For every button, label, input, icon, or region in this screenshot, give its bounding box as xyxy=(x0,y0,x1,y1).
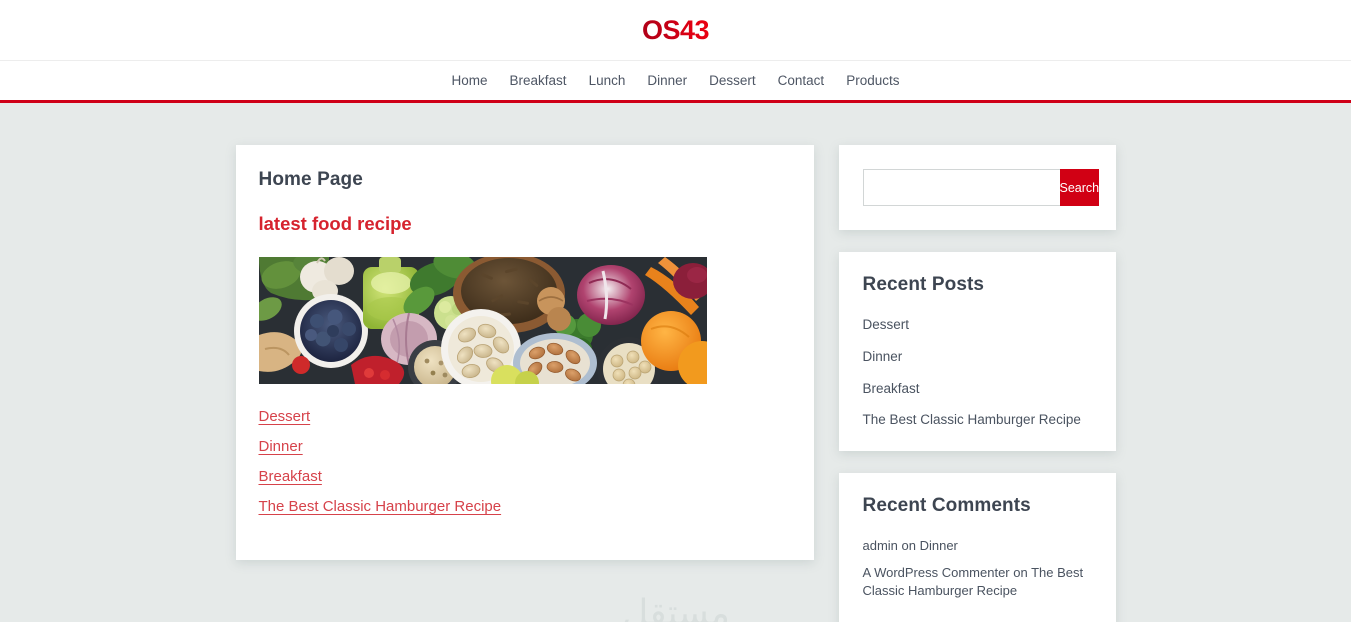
list-item[interactable]: Dessert xyxy=(863,316,1092,334)
nav-item-contact[interactable]: Contact xyxy=(767,61,836,100)
hero-food-image xyxy=(258,257,707,384)
list-item[interactable]: Dinner xyxy=(863,348,1092,366)
content-row: Home Page latest food recipe Dessert Din… xyxy=(235,145,1116,622)
page-body: Home Page latest food recipe Dessert Din… xyxy=(0,103,1351,622)
nav-item-dinner[interactable]: Dinner xyxy=(636,61,698,100)
main-navigation: Home Breakfast Lunch Dinner Dessert Cont… xyxy=(0,61,1351,103)
section-title: latest food recipe xyxy=(258,213,412,234)
list-item[interactable]: Breakfast xyxy=(863,380,1092,398)
recent-comments-list: admin on Dinner A WordPress Commenter on… xyxy=(863,537,1092,599)
recent-posts-list: Dessert Dinner Breakfast The Best Classi… xyxy=(863,316,1092,429)
list-item[interactable]: The Best Classic Hamburger Recipe xyxy=(863,411,1092,429)
nav-item-lunch[interactable]: Lunch xyxy=(578,61,637,100)
list-item[interactable]: A WordPress Commenter on The Best Classi… xyxy=(863,564,1092,599)
nav-item-products[interactable]: Products xyxy=(835,61,910,100)
recent-comments-title: Recent Comments xyxy=(862,495,1031,517)
search-input[interactable] xyxy=(862,169,1060,206)
page-title: Home Page xyxy=(258,169,363,190)
list-item[interactable]: admin on Dinner xyxy=(863,537,1092,555)
search-widget: Search xyxy=(838,145,1116,230)
recent-posts-title: Recent Posts xyxy=(862,274,985,295)
recent-comments-widget: Recent Comments admin on Dinner A WordPr… xyxy=(838,473,1116,622)
nav-item-home[interactable]: Home xyxy=(441,61,499,100)
post-link-dinner[interactable]: Dinner xyxy=(259,438,303,455)
site-logo[interactable]: OS43 xyxy=(642,15,710,46)
list-item: Dessert xyxy=(259,408,791,426)
main-content-card: Home Page latest food recipe Dessert Din… xyxy=(235,145,814,560)
search-form: Search xyxy=(862,169,1100,206)
sidebar: Search Recent Posts Dessert Dinner Break… xyxy=(838,145,1116,622)
post-link-breakfast[interactable]: Breakfast xyxy=(259,468,322,485)
list-item: Breakfast xyxy=(259,468,791,486)
recent-posts-widget: Recent Posts Dessert Dinner Breakfast Th… xyxy=(838,252,1116,452)
search-button[interactable]: Search xyxy=(1059,169,1100,206)
nav-item-breakfast[interactable]: Breakfast xyxy=(499,61,578,100)
post-link-hamburger[interactable]: The Best Classic Hamburger Recipe xyxy=(259,498,502,515)
nav-item-dessert[interactable]: Dessert xyxy=(698,61,767,100)
list-item: Dinner xyxy=(259,438,791,456)
site-header: OS43 xyxy=(0,0,1351,61)
post-link-dessert[interactable]: Dessert xyxy=(259,408,311,425)
latest-post-link-list: Dessert Dinner Breakfast The Best Classi… xyxy=(259,408,791,516)
list-item: The Best Classic Hamburger Recipe xyxy=(259,498,791,516)
